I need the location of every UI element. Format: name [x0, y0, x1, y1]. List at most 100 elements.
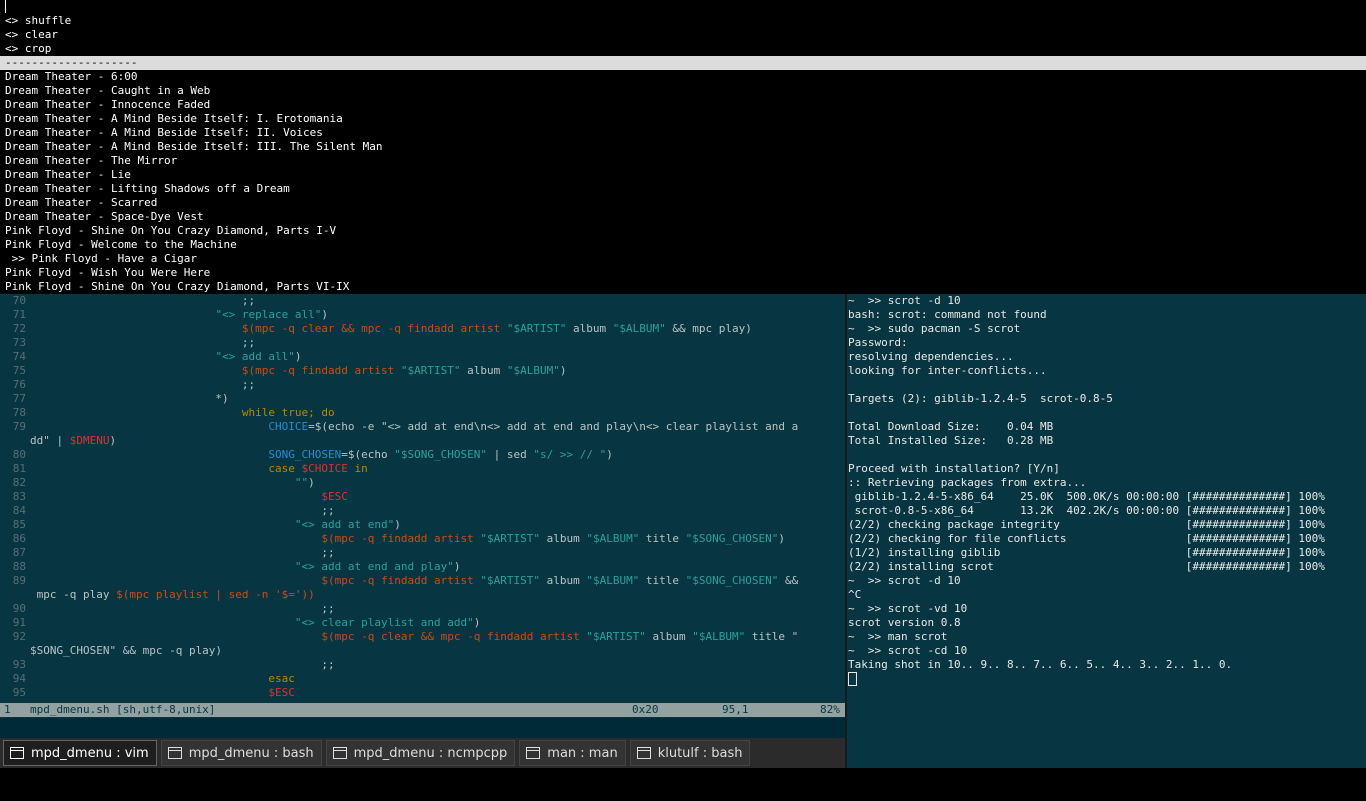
line-number: 86 — [12, 532, 26, 545]
dmenu-song-item[interactable]: Pink Floyd - Welcome to the Machine — [0, 238, 1366, 252]
tab-mpd-dmenu-ncmpcpp[interactable]: mpd_dmenu : ncmpcpp — [325, 740, 516, 766]
code-line: 93 ;; — [0, 658, 845, 672]
terminal-line: (1/2) installing giblib [##############]… — [848, 546, 1325, 559]
code-line: 95 $ESC — [0, 686, 845, 700]
line-number — [0, 588, 30, 602]
terminal-line: scrot version 0.8 — [848, 616, 961, 629]
line-number: 83 — [12, 490, 26, 503]
line-number: 93 — [12, 658, 26, 671]
tab-mpd-dmenu-vim[interactable]: mpd_dmenu : vim — [3, 740, 157, 766]
dmenu-option[interactable]: <> shuffle — [0, 14, 1366, 28]
code-line: mpc -q play $(mpc playlist | sed -n '$='… — [0, 588, 845, 602]
dmenu-song-item[interactable]: Dream Theater - Lie — [0, 168, 1366, 182]
code-line: 73 ;; — [0, 336, 845, 350]
terminal-window-icon — [636, 747, 651, 759]
code-text: dd" | $DMENU) — [30, 434, 117, 447]
line-number: 87 — [12, 546, 26, 559]
dmenu-song-item[interactable]: >> Pink Floyd - Have a Cigar — [0, 252, 1366, 266]
line-number: 88 — [12, 560, 26, 573]
line-number: 82 — [12, 476, 26, 489]
dmenu-song-item[interactable]: Pink Floyd - Shine On You Crazy Diamond,… — [0, 280, 1366, 294]
dmenu-separator[interactable]: -------------------- — [0, 56, 1366, 70]
code-line: 92 $(mpc -q clear && mpc -q findadd arti… — [0, 630, 845, 644]
line-number: 75 — [12, 364, 26, 377]
code-line: 82 "") — [0, 476, 845, 490]
line-number: 77 — [12, 392, 26, 405]
vim-command-line — [0, 718, 847, 738]
dmenu-launcher[interactable]: <> shuffle <> clear <> crop --------------… — [0, 0, 1366, 294]
terminal-line: Total Download Size: 0.04 MB — [848, 420, 1054, 433]
tab-label: mpd_dmenu : vim — [31, 745, 149, 761]
dmenu-song-item[interactable]: Dream Theater - The Mirror — [0, 154, 1366, 168]
terminal-line: ~ >> scrot -vd 10 — [848, 602, 968, 615]
dmenu-option[interactable]: <> crop — [0, 42, 1366, 56]
line-number: 91 — [12, 616, 26, 629]
line-number: 92 — [12, 630, 26, 643]
terminal-line: scrot-0.8-5-x86_64 13.2K 402.2K/s 00:00:… — [848, 504, 1325, 517]
dmenu-song-item[interactable]: Dream Theater - A Mind Beside Itself: II… — [0, 140, 1366, 154]
line-number: 80 — [12, 448, 26, 461]
code-text: ;; — [30, 378, 256, 391]
code-text: "<> add at end") — [294, 518, 401, 531]
code-text: SONG_CHOSEN=$(echo "$SONG_CHOSEN" | sed … — [268, 448, 613, 461]
terminal-line: resolving dependencies... — [848, 350, 1014, 363]
dmenu-song-item[interactable]: Dream Theater - Scarred — [0, 196, 1366, 210]
terminal-window-icon — [526, 747, 541, 759]
tab-mpd-dmenu-bash[interactable]: mpd_dmenu : bash — [160, 740, 322, 766]
dmenu-song-item[interactable]: Pink Floyd - Wish You Were Here — [0, 266, 1366, 280]
code-text: $SONG_CHOSEN" && mpc -q play) — [30, 644, 223, 657]
code-text: "<> add at end and play") — [294, 560, 461, 573]
code-line: 70 ;; — [0, 294, 845, 308]
dmenu-song-item[interactable]: Dream Theater - A Mind Beside Itself: I.… — [0, 112, 1366, 126]
code-line: 72 $(mpc -q clear && mpc -q findadd arti… — [0, 322, 845, 336]
char-code: 0x20 — [632, 703, 659, 716]
line-number: 90 — [12, 602, 26, 615]
code-text: $ESC — [321, 490, 348, 503]
terminal-window-icon — [167, 747, 182, 759]
terminal-line: Total Installed Size: 0.28 MB — [848, 434, 1054, 447]
line-number: 70 — [12, 294, 26, 307]
dmenu-song-item[interactable]: Dream Theater - Space-Dye Vest — [0, 210, 1366, 224]
dmenu-song-item[interactable]: Dream Theater - A Mind Beside Itself: II… — [0, 126, 1366, 140]
code-text: case $CHOICE in — [268, 462, 368, 475]
dmenu-input[interactable] — [0, 0, 1366, 14]
terminal-line: Password: — [848, 336, 908, 349]
code-line: 79 CHOICE=$(echo -e "<> add at end\n<> a… — [0, 420, 845, 434]
code-line: 87 ;; — [0, 546, 845, 560]
terminal-window-icon — [332, 747, 347, 759]
code-line: 78 while true; do — [0, 406, 845, 420]
code-text: esac — [268, 672, 295, 685]
dmenu-song-item[interactable]: Dream Theater - 6:00 — [0, 70, 1366, 84]
tab-man-man[interactable]: man : man — [519, 740, 626, 766]
code-line: 74 "<> add all") — [0, 350, 845, 364]
code-line: 89 $(mpc -q findadd artist "$ARTIST" alb… — [0, 574, 845, 588]
dmenu-song-item[interactable]: Dream Theater - Caught in a Web — [0, 84, 1366, 98]
code-line: 71 "<> replace all") — [0, 308, 845, 322]
scroll-percent: 82% — [820, 703, 840, 716]
terminal-line: ~ >> scrot -d 10 — [848, 574, 961, 587]
file-info: mpd_dmenu.sh [sh,utf-8,unix] — [30, 703, 216, 716]
terminal-pane[interactable]: ~ >> scrot -d 10 bash: scrot: command not… — [847, 294, 1366, 768]
terminal-line: (2/2) installing scrot [##############] … — [848, 560, 1325, 573]
code-text: "<> replace all") — [215, 308, 329, 321]
dmenu-option[interactable]: <> clear — [0, 28, 1366, 42]
line-number: 85 — [12, 518, 26, 531]
line-number: 95 — [12, 686, 26, 699]
dmenu-song-item[interactable]: Pink Floyd - Shine On You Crazy Diamond,… — [0, 224, 1366, 238]
line-number: 81 — [12, 462, 26, 475]
code-text: while true; do — [241, 406, 335, 419]
dmenu-song-item[interactable]: Dream Theater - Lifting Shadows off a Dr… — [0, 182, 1366, 196]
line-number: 89 — [12, 574, 26, 587]
line-number: 76 — [12, 378, 26, 391]
code-text: CHOICE=$(echo -e "<> add at end\n<> add … — [268, 420, 799, 433]
code-line: 77 *) — [0, 392, 845, 406]
code-line: 76 ;; — [0, 378, 845, 392]
line-number: 79 — [12, 420, 26, 433]
tab-klutulf-bash[interactable]: klutulf : bash — [629, 740, 751, 766]
code-line: 86 $(mpc -q findadd artist "$ARTIST" alb… — [0, 532, 845, 546]
terminal-line: ~ >> sudo pacman -S scrot — [848, 322, 1021, 335]
dmenu-song-item[interactable]: Dream Theater - Innocence Faded — [0, 98, 1366, 112]
code-line: 90 ;; — [0, 602, 845, 616]
vim-editor[interactable]: 70 ;; 71 "<> replace all") 72 $(mpc -q cle… — [0, 294, 845, 718]
